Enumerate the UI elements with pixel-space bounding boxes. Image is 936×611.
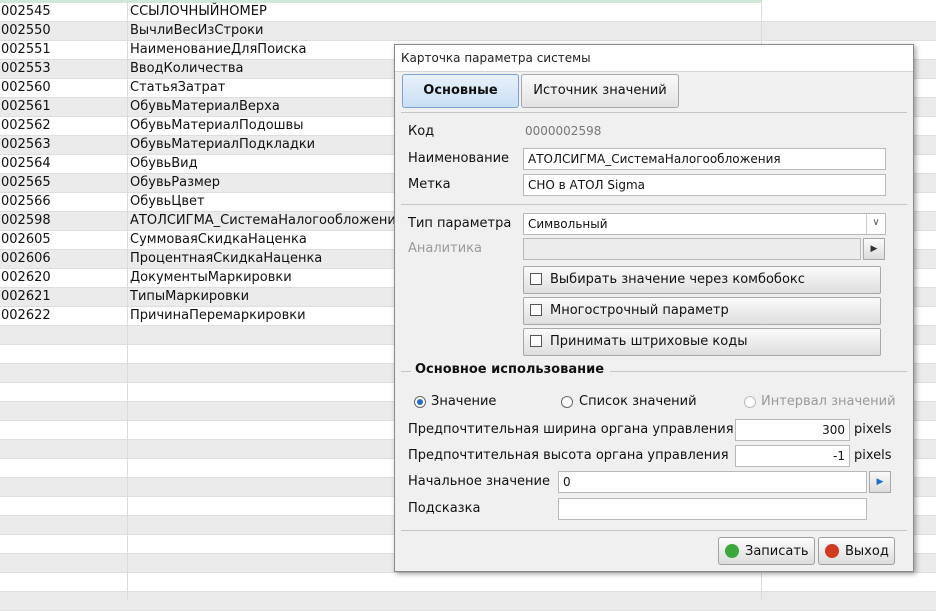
radio-value-label[interactable]: Значение <box>431 394 496 409</box>
row-code: 002598 <box>1 213 51 228</box>
combobox-checkbox[interactable]: Выбирать значение через комбобокс <box>523 266 881 294</box>
row-name: ОбувьМатериалПодошвы <box>130 118 304 133</box>
analytics-label: Аналитика <box>408 241 482 256</box>
combobox-checkbox-label: Выбирать значение через комбобокс <box>550 272 805 287</box>
checkbox-box[interactable] <box>530 273 542 285</box>
section-title: Основное использование <box>411 362 611 377</box>
row-code: 002621 <box>1 289 51 304</box>
radio-value-list[interactable] <box>561 396 573 408</box>
row-name: ПричинаПеремаркировки <box>130 308 306 323</box>
row-code: 002551 <box>1 42 51 57</box>
row-code: 002564 <box>1 156 51 171</box>
separator <box>401 204 907 205</box>
row-code: 002605 <box>1 232 51 247</box>
parameter-card-dialog: Карточка параметра системы Основные Исто… <box>394 44 914 572</box>
row-name: ПроцентнаяСкидкаНаценка <box>130 251 323 266</box>
type-select-value: Символьный <box>528 217 608 231</box>
type-label: Тип параметра <box>408 216 512 231</box>
analytics-select-button: ▶ <box>863 238 885 260</box>
row-code: 002563 <box>1 137 51 152</box>
checkbox-box[interactable] <box>530 335 542 347</box>
radio-value-list-label[interactable]: Список значений <box>579 394 697 409</box>
row-code: 002622 <box>1 308 51 323</box>
multiline-checkbox-label: Многострочный параметр <box>550 303 729 318</box>
row-name: ОбувьВид <box>130 156 198 171</box>
row-name: ОбувьРазмер <box>130 175 221 190</box>
row-name: ОбувьМатериалПодкладки <box>130 137 316 152</box>
row-code: 002560 <box>1 80 51 95</box>
hint-label: Подсказка <box>408 501 481 516</box>
analytics-field <box>523 238 861 260</box>
row-name: ОбувьМатериалВерха <box>130 99 280 114</box>
initial-value-field[interactable]: 0 <box>558 471 867 493</box>
table-row[interactable]: 002550 ВычлиВесИзСтроки <box>0 22 936 41</box>
arrow-right-icon: ▶ <box>876 477 884 487</box>
tag-field[interactable]: СНО в АТОЛ Sigma <box>523 174 886 196</box>
row-name: НаименованиеДляПоиска <box>130 42 307 57</box>
checkmark-icon <box>725 544 739 558</box>
exit-button-label: Выход <box>845 544 889 559</box>
width-field[interactable]: 300 <box>735 419 850 441</box>
row-code: 002565 <box>1 175 51 190</box>
column-divider <box>127 0 128 600</box>
exit-button[interactable]: Выход <box>818 537 895 565</box>
type-select[interactable]: Символьный ∨ <box>523 213 886 235</box>
table-row[interactable]: 002545 ССЫЛОЧНЫЙНОМЕР <box>0 3 936 22</box>
row-code: 002566 <box>1 194 51 209</box>
tab-main[interactable]: Основные <box>402 74 519 108</box>
dialog-titlebar[interactable]: Карточка параметра системы <box>395 45 913 72</box>
arrow-right-icon: ▶ <box>870 244 878 254</box>
height-field[interactable]: -1 <box>735 445 850 467</box>
save-button-label: Записать <box>745 544 809 559</box>
code-label: Код <box>408 124 435 139</box>
checkbox-box[interactable] <box>530 304 542 316</box>
code-value: 0000002598 <box>525 124 602 138</box>
row-name: ТипыМаркировки <box>130 289 250 304</box>
hint-field[interactable] <box>558 498 867 520</box>
row-name: ВводКоличества <box>130 61 244 76</box>
row-code: 002562 <box>1 118 51 133</box>
separator <box>401 530 907 531</box>
row-name: СтатьяЗатрат <box>130 80 226 95</box>
name-label: Наименование <box>408 151 510 166</box>
height-label: Предпочтительная высота органа управлени… <box>408 448 729 463</box>
tab-value-source[interactable]: Источник значений <box>521 74 679 108</box>
row-name: ССЫЛОЧНЫЙНОМЕР <box>130 4 267 19</box>
save-button[interactable]: Записать <box>718 537 815 565</box>
chevron-down-icon[interactable]: ∨ <box>866 214 885 234</box>
row-code: 002550 <box>1 23 51 38</box>
width-label: Предпочтительная ширина органа управлени… <box>408 422 734 437</box>
row-code: 002561 <box>1 99 51 114</box>
height-unit: pixels <box>854 448 892 463</box>
row-code: 002606 <box>1 251 51 266</box>
table-row[interactable] <box>0 573 936 592</box>
row-name: ДокументыМаркировки <box>130 270 292 285</box>
initial-value-label: Начальное значение <box>408 474 550 489</box>
power-icon <box>825 544 839 558</box>
initial-value-select-button[interactable]: ▶ <box>869 471 891 493</box>
tag-label: Метка <box>408 177 451 192</box>
row-name: ОбувьЦвет <box>130 194 205 209</box>
radio-value[interactable] <box>414 396 426 408</box>
table-row[interactable] <box>0 592 936 611</box>
row-code: 002545 <box>1 4 51 19</box>
row-code: 002553 <box>1 61 51 76</box>
row-name: АТОЛСИГМА_СистемаНалогообложения <box>130 213 404 228</box>
row-code: 002620 <box>1 270 51 285</box>
radio-value-interval <box>744 396 756 408</box>
name-field[interactable]: АТОЛСИГМА_СистемаНалогообложения <box>523 148 886 170</box>
barcodes-checkbox-label: Принимать штриховые коды <box>550 334 748 349</box>
multiline-checkbox[interactable]: Многострочный параметр <box>523 297 881 325</box>
row-name: СуммоваяСкидкаНаценка <box>130 232 307 247</box>
barcodes-checkbox[interactable]: Принимать штриховые коды <box>523 328 881 356</box>
dialog-title: Карточка параметра системы <box>401 51 591 65</box>
width-unit: pixels <box>854 422 892 437</box>
separator <box>401 112 907 113</box>
radio-value-interval-label: Интервал значений <box>761 394 896 409</box>
row-name: ВычлиВесИзСтроки <box>130 23 264 38</box>
